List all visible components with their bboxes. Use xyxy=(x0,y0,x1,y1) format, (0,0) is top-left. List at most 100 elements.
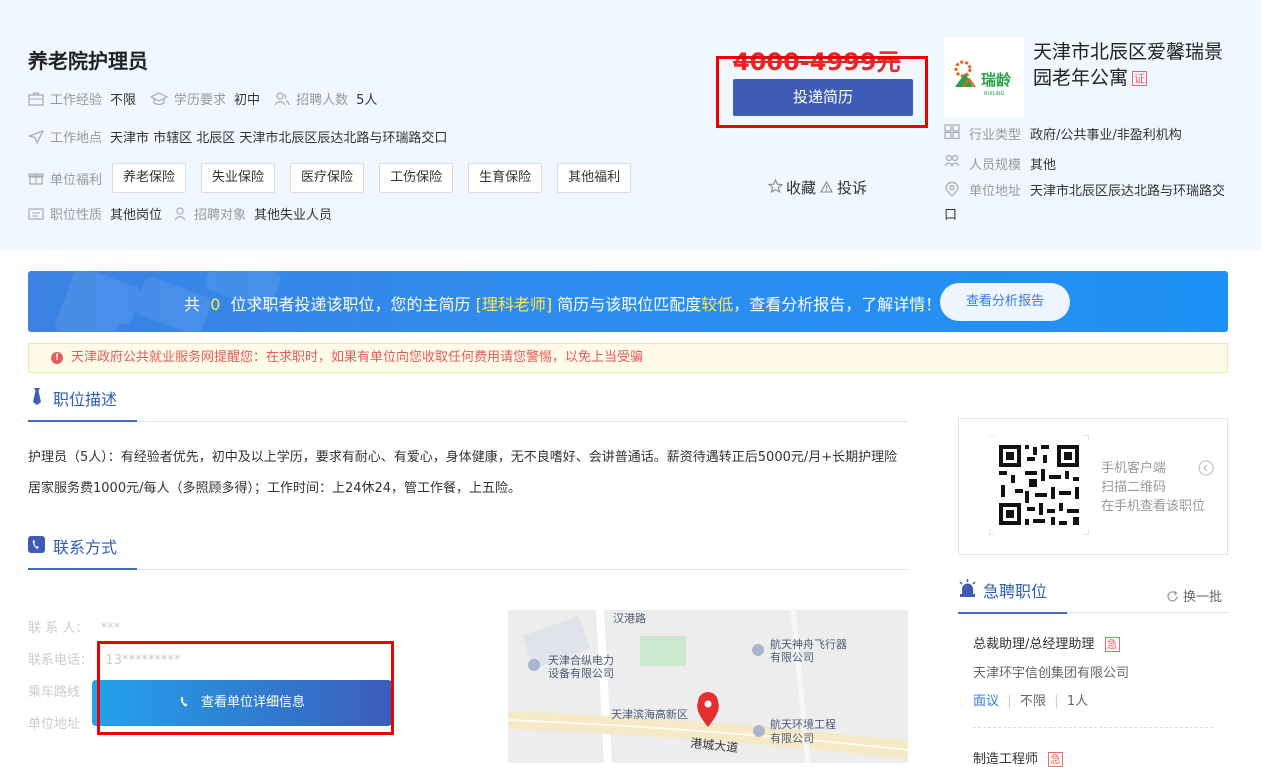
job-meta-row-2: 职位性质 其他岗位 招聘对象 其他失业人员 xyxy=(28,204,346,223)
divider xyxy=(28,421,908,422)
welfare-tag: 其他福利 xyxy=(557,163,632,193)
tie-icon xyxy=(31,387,43,409)
urgent-job-item[interactable]: 制造工程师 急 xyxy=(973,748,1064,767)
alarm-icon xyxy=(958,579,977,601)
address-label: 单位地址 xyxy=(969,184,1022,199)
refresh-button[interactable]: 换一批 xyxy=(1166,586,1222,607)
contact-address-row: 单位地址 xyxy=(28,717,81,732)
svg-text:天津滨海高新区: 天津滨海高新区 xyxy=(611,707,688,721)
section-title: 联系方式 xyxy=(53,538,118,557)
favorite-label: 收藏 xyxy=(786,179,817,197)
view-report-button[interactable]: 查看分析报告 xyxy=(940,283,1070,321)
nature-label: 职位性质 xyxy=(50,208,103,223)
company-name[interactable]: 天津市北辰区爱馨瑞景园老年公寓 xyxy=(1033,41,1223,89)
map-pin-icon xyxy=(944,181,960,205)
welfare-tag: 工伤保险 xyxy=(379,163,454,193)
scale-value: 其他 xyxy=(1030,158,1057,173)
job-title: 养老院护理员 xyxy=(28,49,148,73)
banner-text: 共 0 位求职者投递该职位，您的主简历 [理科老师] 简历与该职位匹配度较低，查… xyxy=(184,295,942,314)
urgent-badge: 急 xyxy=(1104,637,1120,652)
favorite-button[interactable]: 收藏 xyxy=(767,177,817,198)
urgent-job-company: 天津环宇信创集团有限公司 xyxy=(973,666,1130,681)
section-underline xyxy=(28,568,137,570)
section-title: 急聘职位 xyxy=(983,582,1048,601)
nature-value: 其他岗位 xyxy=(110,208,163,223)
highlight-box-detail xyxy=(97,641,394,735)
grid-icon xyxy=(944,124,960,143)
certified-badge: 证 xyxy=(1132,71,1148,86)
svg-text:航天神舟飞行器: 航天神舟飞行器 xyxy=(770,637,847,651)
svg-text:航天环境工程: 航天环境工程 xyxy=(770,717,836,731)
welfare-label: 单位福利 xyxy=(50,172,103,188)
qr-code xyxy=(989,435,1089,535)
location-value: 天津市 市辖区 北辰区 天津市北辰区辰达北路与环瑞路交口 xyxy=(110,131,448,146)
phone-book-icon xyxy=(28,535,45,557)
collapse-arrow-icon[interactable] xyxy=(1198,460,1214,480)
urgent-job-count: 1人 xyxy=(1066,694,1089,709)
person-icon xyxy=(172,206,188,221)
svg-text:RUILING: RUILING xyxy=(984,91,1005,97)
scale-label: 人员规模 xyxy=(969,158,1022,173)
section-underline xyxy=(28,420,137,422)
section-job-description: 职位描述 xyxy=(28,386,117,410)
match-level: 较低 xyxy=(701,295,734,314)
company-industry-row: 行业类型 政府/公共事业/非盈利机构 xyxy=(944,124,1182,143)
industry-value: 政府/公共事业/非盈利机构 xyxy=(1030,128,1182,143)
urgent-job-title[interactable]: 总裁助理/总经理助理 xyxy=(973,637,1094,652)
section-urgent-jobs: 急聘职位 xyxy=(958,578,1047,602)
warning-icon xyxy=(820,179,833,197)
location-label: 工作地点 xyxy=(50,131,103,146)
job-location-row: 工作地点 天津市 市辖区 北辰区 天津市北辰区辰达北路与环瑞路交口 xyxy=(26,127,461,146)
company-address-row: 单位地址 天津市北辰区辰达北路与环瑞路交口 xyxy=(944,181,1228,227)
svg-text:瑞龄: 瑞龄 xyxy=(981,71,1012,89)
company-scale-row: 人员规模 其他 xyxy=(944,154,1056,173)
experience-value: 不限 xyxy=(110,93,137,108)
urgent-job-title[interactable]: 制造工程师 xyxy=(973,752,1038,767)
headcount-label: 招聘人数 xyxy=(296,93,349,108)
section-title: 职位描述 xyxy=(53,390,118,409)
contact-route-row: 乘车路线 xyxy=(28,685,81,700)
headcount-value: 5人 xyxy=(356,93,378,108)
divider xyxy=(1067,612,1228,613)
navigation-arrow-icon xyxy=(26,129,45,145)
svg-text:有限公司: 有限公司 xyxy=(770,650,814,664)
favorite-report-row: 收藏 投诉 xyxy=(767,177,867,198)
welfare-tag: 失业保险 xyxy=(201,163,276,193)
qr-instructions: 手机客户端 扫描二维码 在手机查看该职位 xyxy=(1101,461,1206,514)
welfare-tag: 医疗保险 xyxy=(290,163,365,193)
target-label: 招聘对象 xyxy=(194,208,247,223)
welfare-tag: 养老保险 xyxy=(112,163,187,193)
match-report-banner: 共 0 位求职者投递该职位，您的主简历 [理科老师] 简历与该职位匹配度较低，查… xyxy=(28,271,1228,332)
resume-name: [理科老师] xyxy=(475,295,553,314)
divider xyxy=(973,727,1213,728)
urgent-job-item[interactable]: 总裁助理/总经理助理 急 xyxy=(973,633,1120,652)
report-label: 投诉 xyxy=(837,179,868,197)
company-logo: 瑞龄 RUILING xyxy=(944,37,1024,117)
applicant-count: 0 xyxy=(210,295,221,314)
report-button[interactable]: 投诉 xyxy=(820,177,867,198)
welfare-tag: 生育保险 xyxy=(468,163,543,193)
location-map[interactable]: 汉港路 天津合纵电力 设备有限公司 航天神舟飞行器 有限公司 天津滨海高新区 航… xyxy=(508,610,908,763)
section-contact: 联系方式 xyxy=(28,534,117,558)
contact-person-row: 联 系 人： *** xyxy=(28,621,121,636)
education-label: 学历要求 xyxy=(174,93,227,108)
welfare-row: 单位福利 养老保险 失业保险 医疗保险 工伤保险 生育保险 其他福利 xyxy=(28,163,646,193)
urgent-job-meta: 面议 | 不限 | 1人 xyxy=(973,694,1089,709)
company-name-block[interactable]: 天津市北辰区爱馨瑞景园老年公寓证 xyxy=(1033,39,1238,91)
svg-text:天津合纵电力: 天津合纵电力 xyxy=(548,653,614,667)
education-value: 初中 xyxy=(234,93,261,108)
qr-code-panel: 手机客户端 扫描二维码 在手机查看该职位 xyxy=(958,418,1228,555)
gift-icon xyxy=(28,171,44,185)
experience-label: 工作经验 xyxy=(50,93,103,108)
highlight-box-apply xyxy=(716,56,928,128)
industry-label: 行业类型 xyxy=(969,128,1022,143)
target-value: 其他失业人员 xyxy=(254,208,333,223)
divider xyxy=(28,569,908,570)
group-icon xyxy=(944,154,960,173)
urgent-job-salary: 面议 xyxy=(973,694,1000,709)
warning-notice: ! 天津政府公共就业服务网提醒您：在求职时，如果有单位向您收取任何费用请您警惕，… xyxy=(28,343,1228,373)
refresh-icon xyxy=(1166,590,1179,607)
urgent-badge: 急 xyxy=(1048,752,1064,767)
svg-text:有限公司: 有限公司 xyxy=(770,731,814,745)
exclamation-icon: ! xyxy=(51,352,63,364)
